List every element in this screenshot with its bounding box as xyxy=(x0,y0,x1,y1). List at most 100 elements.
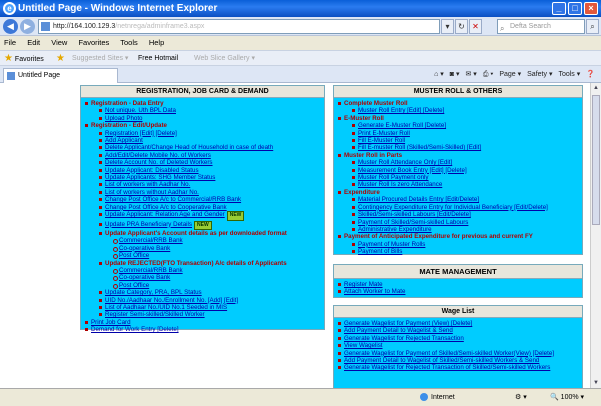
favorites-bar: ★ Favorites ★ Suggested Sites ▾ Free Hot… xyxy=(0,50,601,66)
address-bar[interactable]: http://164.100.129.3/netnrega/adminframe… xyxy=(38,19,440,34)
menu-link[interactable]: Muster Roll Payment only xyxy=(338,174,578,181)
menu-link[interactable]: Generate Wagelist for Rejected Transacti… xyxy=(338,335,578,342)
favorites-button[interactable]: ★ Favorites xyxy=(4,51,44,67)
vertical-scrollbar[interactable]: ▲ ▼ xyxy=(590,83,601,388)
tab-untitled-page[interactable]: Untitled Page xyxy=(3,68,118,83)
menu-link[interactable]: Change Post Office A/c to Cooperative Ba… xyxy=(85,204,320,211)
menu-link[interactable]: Add Applicant xyxy=(85,137,320,144)
menu-link[interactable]: Muster Roll Entry [Edit] [Delete] xyxy=(338,107,578,114)
section-heading: Update Applicant's Account details as pe… xyxy=(85,230,320,237)
menu-link[interactable]: Payment of Muster Rolls xyxy=(338,241,578,248)
help-icon[interactable]: ❓ xyxy=(586,68,595,81)
wage-list: Generate Wagelist for Payment (View) [De… xyxy=(334,318,582,374)
menu-link[interactable]: Fill E-muster Roll (Skilled/Semi-Skilled… xyxy=(338,144,578,151)
menu-link[interactable]: List of workers with Aadhar No. xyxy=(85,181,320,188)
menu-link[interactable]: Contingency Expenditure Entry for Indivi… xyxy=(338,204,578,211)
close-button[interactable]: × xyxy=(584,2,598,15)
menu-link[interactable]: Administrative Expenditure xyxy=(338,226,578,233)
menu-link[interactable]: Commercial/RRB Bank xyxy=(85,267,320,275)
wage-panel: Wage List Generate Wagelist for Payment … xyxy=(333,305,583,388)
menu-link[interactable]: Update Applicant: Disabled Status xyxy=(85,167,320,174)
menu-view[interactable]: View xyxy=(51,38,67,47)
mail-icon[interactable]: ✉ ▾ xyxy=(465,68,476,81)
registration-panel-title: REGISTRATION, JOB CARD & DEMAND xyxy=(81,86,324,98)
menu-link[interactable]: Register Mate xyxy=(338,281,578,288)
menu-link[interactable]: Not unique. Uth BPL Data xyxy=(85,107,320,114)
menu-favorites[interactable]: Favorites xyxy=(78,38,109,47)
menu-link[interactable]: Post Office xyxy=(85,282,320,290)
search-input[interactable]: ⌕ Defta Search xyxy=(497,19,585,34)
menu-tools[interactable]: Tools xyxy=(120,38,138,47)
menu-link[interactable]: Print E-Muster Roll xyxy=(338,130,578,137)
menu-link[interactable]: Change Post Office A/c to Commercial/RRB… xyxy=(85,196,320,203)
section-heading: Complete Muster Roll xyxy=(338,100,578,107)
home-icon[interactable]: ⌂ ▾ xyxy=(434,68,444,81)
menu-link[interactable]: List of workers without Aadhar No. xyxy=(85,189,320,196)
forward-icon[interactable]: ▶ xyxy=(20,19,35,34)
menu-link[interactable]: Register Semi-skilled/Skilled Worker xyxy=(85,311,320,318)
scroll-up-icon[interactable]: ▲ xyxy=(592,84,600,92)
search-go-icon[interactable]: ⌕ xyxy=(586,19,599,34)
menu-link[interactable]: Generate Wagelist for Payment of Skilled… xyxy=(338,350,578,357)
stop-icon[interactable]: ✕ xyxy=(469,19,482,34)
menu-link[interactable]: List of Aadhaar No./UID No.1 Seeded in M… xyxy=(85,304,320,311)
menu-link[interactable]: Add Payment Detail to Wagelist & Send xyxy=(338,327,578,334)
menu-link[interactable]: Update Applicants: SHG Member Status xyxy=(85,174,320,181)
menu-link[interactable]: Muster Roll Attendance Only [Edit] xyxy=(338,159,578,166)
free-hotmail-link[interactable]: Free Hotmail xyxy=(138,51,178,66)
menu-link[interactable]: Demand for Work Entry [Delete] xyxy=(85,326,320,333)
menu-link[interactable]: Upload Photo xyxy=(85,115,320,122)
tools-menu[interactable]: Tools ▾ xyxy=(558,68,580,81)
print-icon[interactable]: ⎙ ▾ xyxy=(483,68,494,81)
new-badge: NEW xyxy=(226,211,245,221)
menu-help[interactable]: Help xyxy=(149,38,164,47)
menu-link[interactable]: Add/Edit/Delete Mobile No. of Workers xyxy=(85,152,320,159)
minimize-button[interactable]: _ xyxy=(552,2,566,15)
menu-link[interactable]: Payment of Skilled/Semi-skilled Labours xyxy=(338,219,578,226)
menu-link[interactable]: Co-operative Bank xyxy=(85,245,320,253)
registration-list: Registration - Data Entry Not unique. Uth… xyxy=(81,98,324,336)
address-url-suffix: /netnrega/adminframe3.aspx xyxy=(115,23,205,30)
mate-list: Register Mate Attach Worker to Mate xyxy=(334,279,582,298)
menu-link[interactable]: Update Applicant: Relation Age and Gende… xyxy=(85,211,320,221)
menu-link[interactable]: View Wagelist xyxy=(338,342,578,349)
menu-link[interactable]: Muster Roll Is zero Attendance xyxy=(338,181,578,188)
menu-link[interactable]: Co-operative Bank xyxy=(85,274,320,282)
menu-link[interactable]: Material Procured Details Entry [Edit/De… xyxy=(338,196,578,203)
protected-mode-icon[interactable]: ⚙ ▾ xyxy=(515,389,527,406)
menu-link[interactable]: Commercial/RRB Bank xyxy=(85,237,320,245)
menu-link[interactable]: UID No./Aadhaar No./Enrollment No. [Add]… xyxy=(85,297,320,304)
menu-link[interactable]: Post Office xyxy=(85,252,320,260)
menu-link[interactable]: Update Category, PRA, BPL Status xyxy=(85,289,320,296)
menu-file[interactable]: File xyxy=(4,38,16,47)
suggested-sites-link[interactable]: Suggested Sites ▾ xyxy=(72,51,128,66)
menu-link[interactable]: Delete Account No. of Deleted Workers xyxy=(85,159,320,166)
menu-link[interactable]: Generate E-Muster Roll [Delete] xyxy=(338,122,578,129)
menu-link[interactable]: Payment of Bills xyxy=(338,248,578,255)
zoom-control[interactable]: 🔍 100% ▾ xyxy=(550,389,584,406)
menu-edit[interactable]: Edit xyxy=(27,38,40,47)
menu-link[interactable]: Add Payment Detail to Wagelist of Skille… xyxy=(338,357,578,364)
menu-link[interactable]: Update PRA Beneficiary Details NEW xyxy=(85,220,320,230)
address-dropdown-icon[interactable]: ▾ xyxy=(441,19,454,34)
web-slice-gallery-link[interactable]: Web Slice Gallery ▾ xyxy=(194,51,255,66)
menu-link[interactable]: Measurement Book Entry [Edit] [Delete] xyxy=(338,167,578,174)
safety-menu[interactable]: Safety ▾ xyxy=(527,68,552,81)
menu-link[interactable]: Skilled/Semi-skilled Labours [Edit/Delet… xyxy=(338,211,578,218)
scroll-thumb[interactable] xyxy=(592,95,600,225)
scroll-down-icon[interactable]: ▼ xyxy=(592,379,600,387)
back-icon[interactable]: ◀ xyxy=(3,19,18,34)
menu-link[interactable]: Generate Wagelist for Payment (View) [De… xyxy=(338,320,578,327)
menu-link[interactable]: Print Job Card xyxy=(85,319,320,326)
add-favorite-icon[interactable]: ★ xyxy=(56,51,65,67)
menu-link[interactable]: Registration [Edit] [Delete] xyxy=(85,130,320,137)
menu-link[interactable]: Generate Wagelist for Rejected Transacti… xyxy=(338,364,578,371)
feeds-icon[interactable]: ◙ ▾ xyxy=(450,68,460,81)
menu-link[interactable]: Attach Worker to Mate xyxy=(338,288,578,295)
maximize-button[interactable]: □ xyxy=(568,2,582,15)
section-heading: Registration - Edit/Update xyxy=(85,122,320,129)
refresh-icon[interactable]: ↻ xyxy=(455,19,468,34)
page-menu[interactable]: Page ▾ xyxy=(499,68,521,81)
menu-link[interactable]: Fill E-Muster Roll xyxy=(338,137,578,144)
menu-link[interactable]: Delete Applicant/Change Head of Househol… xyxy=(85,144,320,151)
